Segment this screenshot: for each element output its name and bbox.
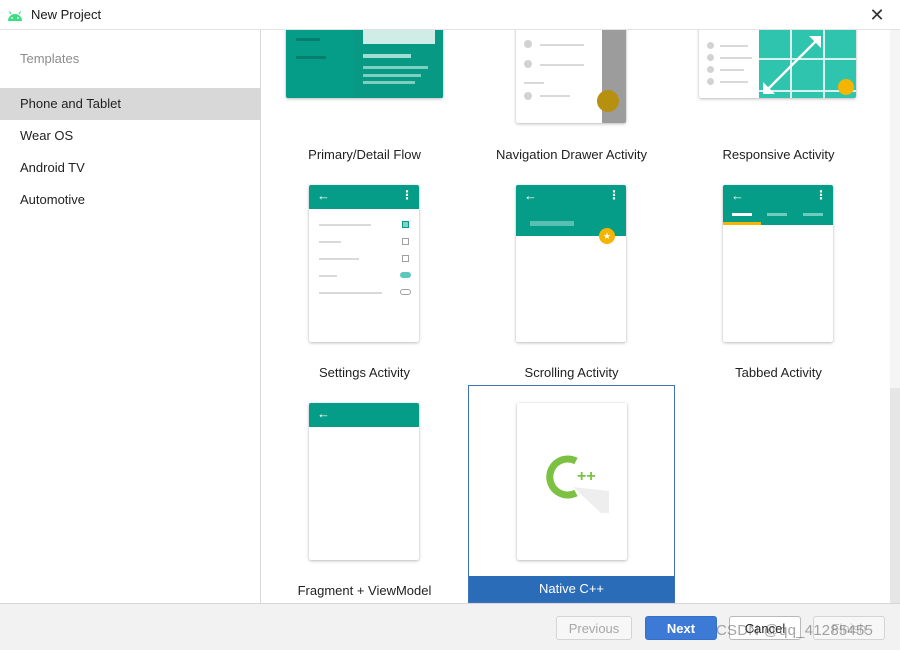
- template-label: Native C++: [469, 576, 674, 602]
- back-arrow-icon: ←: [524, 188, 537, 203]
- close-button[interactable]: ✕: [854, 0, 900, 30]
- sidebar-heading: Templates: [20, 51, 80, 66]
- template-label: Settings Activity: [318, 365, 411, 380]
- gallery-scrollbar-thumb[interactable]: [890, 388, 900, 603]
- scrolling-activity-preview: ← ⋮ ★: [516, 185, 626, 342]
- template-label: Navigation Drawer Activity: [496, 147, 647, 162]
- title-bar: New Project ✕: [0, 0, 900, 30]
- tabbed-activity-preview: ← ⋮: [723, 185, 833, 342]
- sidebar-item-label: Android TV: [20, 160, 85, 175]
- next-button[interactable]: Next: [645, 616, 717, 640]
- sidebar-item-android-tv[interactable]: Android TV: [0, 152, 260, 184]
- new-project-window: New Project ✕ Templates Phone and Tablet…: [0, 0, 900, 650]
- template-label: Scrolling Activity: [524, 365, 619, 380]
- previous-button[interactable]: Previous: [556, 616, 632, 640]
- template-card-scrolling-activity[interactable]: ← ⋮ ★ Scrolling Activity: [468, 167, 675, 385]
- template-label: Primary/Detail Flow: [308, 147, 421, 162]
- responsive-activity-preview: [699, 30, 856, 98]
- sidebar-item-automotive[interactable]: Automotive: [0, 184, 260, 216]
- svg-text:++: ++: [577, 468, 596, 485]
- template-card-fragment-viewmodel[interactable]: ← Fragment + ViewModel: [261, 385, 468, 603]
- navigation-drawer-preview: [516, 30, 626, 123]
- back-arrow-icon: ←: [731, 188, 744, 203]
- more-vert-icon: ⋮: [401, 188, 413, 202]
- window-title: New Project: [31, 7, 102, 22]
- dialog-footer: Previous Next Cancel Finish CSDN @qq_412…: [0, 603, 900, 650]
- template-gallery: Primary/Detail Flow Navigation Drawer Ac…: [261, 30, 900, 603]
- template-card-tabbed-activity[interactable]: ← ⋮ Tabbed Activity: [675, 167, 882, 385]
- star-icon: ★: [599, 228, 615, 244]
- settings-activity-preview: ← ⋮: [309, 185, 419, 342]
- template-label: Responsive Activity: [722, 147, 835, 162]
- cpp-logo-icon: ++: [546, 455, 609, 513]
- back-arrow-icon: ←: [317, 188, 330, 203]
- native-cpp-preview: ++: [517, 403, 627, 560]
- sidebar-item-phone-and-tablet[interactable]: Phone and Tablet: [0, 88, 260, 120]
- template-label: Fragment + ViewModel: [297, 583, 432, 598]
- templates-sidebar: Templates Phone and Tablet Wear OS Andro…: [0, 30, 261, 603]
- sidebar-item-label: Automotive: [20, 192, 86, 207]
- template-label: Tabbed Activity: [735, 365, 822, 380]
- sidebar-item-wear-os[interactable]: Wear OS: [0, 120, 260, 152]
- more-vert-icon: ⋮: [815, 188, 827, 202]
- csdn-watermark: CSDN @qq_41285455: [716, 622, 874, 639]
- template-card-native-cpp[interactable]: ++ Native C++: [468, 385, 675, 603]
- template-card-settings-activity[interactable]: ← ⋮ Settings Activity: [261, 167, 468, 385]
- primary-detail-preview: [286, 30, 443, 98]
- back-arrow-icon: ←: [317, 406, 330, 421]
- close-icon: ✕: [869, 4, 885, 25]
- android-icon: [8, 11, 22, 21]
- fragment-viewmodel-preview: ←: [309, 403, 419, 560]
- sidebar-item-label: Phone and Tablet: [20, 96, 121, 111]
- more-vert-icon: ⋮: [608, 188, 620, 202]
- sidebar-item-label: Wear OS: [20, 128, 74, 143]
